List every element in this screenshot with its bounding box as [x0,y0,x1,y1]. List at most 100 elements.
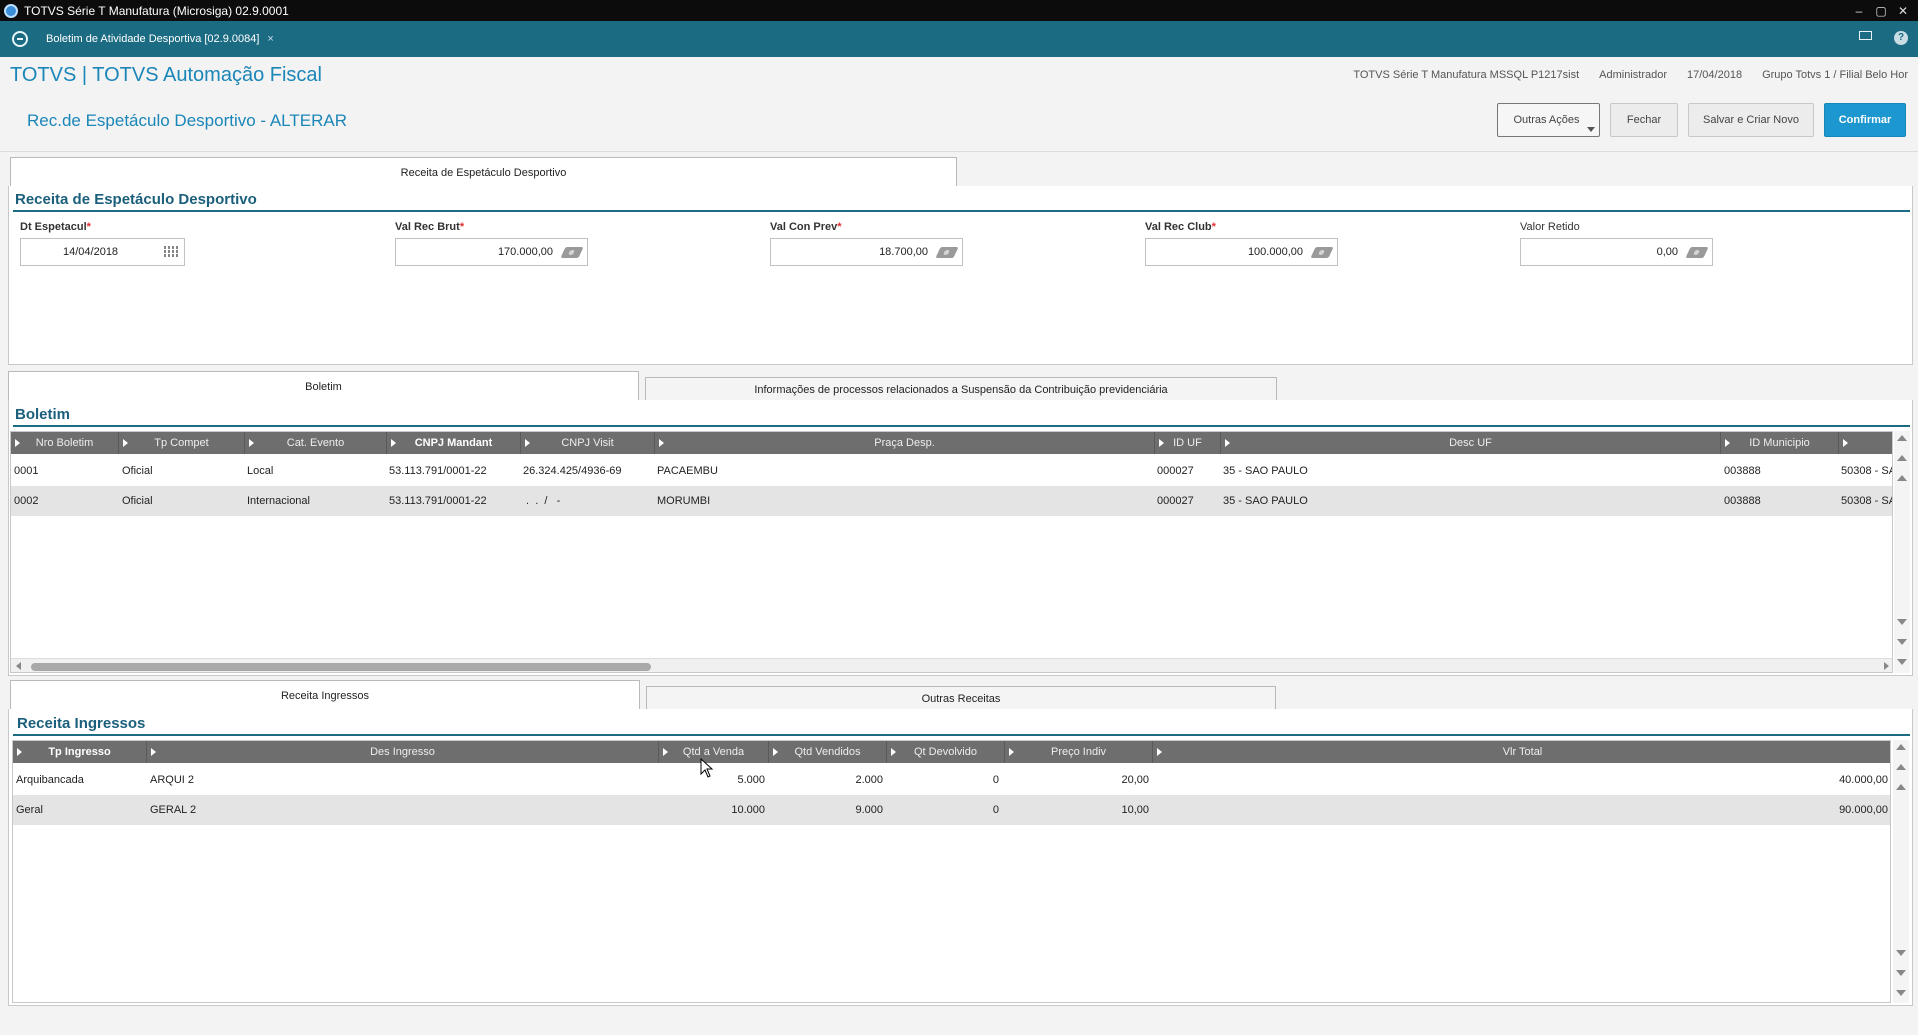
col-nro-boletim[interactable]: Nro Boletim [11,432,119,454]
scroll-top-icon[interactable] [1897,475,1907,481]
confirmar-button[interactable]: Confirmar [1824,103,1906,137]
scroll-thumb[interactable] [31,663,651,671]
col-arrow-icon [391,439,396,447]
action-bar: Outras Ações Fechar Salvar e Criar Novo … [1497,103,1906,137]
tab-receita-ingressos[interactable]: Receita Ingressos [10,680,640,710]
calendar-icon[interactable] [164,246,178,258]
scroll-right-icon[interactable] [1884,662,1889,670]
money-icon[interactable] [560,247,584,258]
col-cnpj-visit[interactable]: CNPJ Visit [521,432,655,454]
page-down-icon[interactable] [1896,970,1906,976]
col-arrow-icon [151,748,156,756]
col-overflow[interactable] [1839,432,1892,454]
col-arrow-icon [1843,439,1848,447]
col-cnpj-mandant[interactable]: CNPJ Mandant [387,432,521,454]
val-rec-brut-input[interactable]: 170.000,00 [395,238,588,266]
tab-boletim-atividade[interactable]: Boletim de Atividade Desportiva [02.9.00… [46,33,274,45]
tab-boletim[interactable]: Boletim [8,371,639,401]
col-tp-compet[interactable]: Tp Compet [119,432,245,454]
scroll-up-icon[interactable] [1896,744,1906,750]
col-qtd-vendidos[interactable]: Qtd Vendidos [769,741,887,763]
col-id-uf[interactable]: ID UF [1155,432,1221,454]
scroll-top-icon[interactable] [1896,784,1906,790]
col-qt-devolvido[interactable]: Qt Devolvido [887,741,1005,763]
tab-outras-receitas[interactable]: Outras Receitas [646,686,1276,710]
section-rule [13,734,1910,736]
cell-des-ingresso: ARQUI 2 [150,774,195,786]
cell-id-municipio: 003888 [1724,465,1761,477]
table-row[interactable]: Arquibancada ARQUI 2 5.000 2.000 0 20,00… [13,765,1890,795]
valor-retido-input[interactable]: 0,00 [1520,238,1713,266]
page-down-icon[interactable] [1897,639,1907,645]
mail-icon[interactable] [1859,31,1872,40]
scroll-bottom-icon[interactable] [1896,950,1906,956]
tab-strip: Boletim de Atividade Desportiva [02.9.00… [0,21,1918,57]
dt-espetacul-input[interactable]: 14/04/2018 [20,238,185,266]
boletim-grid: Nro Boletim Tp Compet Cat. Evento CNPJ M… [10,431,1893,673]
money-icon[interactable] [1685,247,1709,258]
cell-preco-indiv: 10,00 [1121,804,1149,816]
cell-tp-compet: Oficial [122,495,153,507]
col-preco-indiv[interactable]: Preço Indiv [1005,741,1153,763]
boletim-horizontal-scrollbar[interactable] [11,658,1892,672]
close-window-button[interactable]: ✕ [1892,3,1914,19]
val-rec-club-input[interactable]: 100.000,00 [1145,238,1338,266]
cell-tp-compet: Oficial [122,465,153,477]
tabstrip-tools: ? [1859,31,1908,45]
col-des-ingresso[interactable]: Des Ingresso [147,741,659,763]
scroll-down-icon[interactable] [1897,659,1907,665]
tab-receita-espetaculo[interactable]: Receita de Espetáculo Desportivo [10,157,957,187]
col-praca-desp[interactable]: Praça Desp. [655,432,1155,454]
cell-qt-devolvido: 0 [992,774,999,786]
ingressos-vertical-scrollbar[interactable] [1893,740,1909,1003]
page-up-icon[interactable] [1897,455,1907,461]
val-con-prev-value: 18.700,00 [879,246,928,258]
page-up-icon[interactable] [1896,764,1906,770]
fechar-button[interactable]: Fechar [1610,103,1678,137]
label-val-rec-brut: Val Rec Brut [395,221,460,233]
home-icon[interactable] [12,31,28,47]
required-mark: * [459,221,465,233]
section-title-ingressos: Receita Ingressos [17,715,146,732]
col-tp-ingresso[interactable]: Tp Ingresso [13,741,147,763]
scroll-down-icon[interactable] [1896,990,1906,996]
tab-suspensao-contribuicao[interactable]: Informações de processos relacionados a … [645,377,1277,401]
cell-id-municipio: 003888 [1724,495,1761,507]
tab-close-icon[interactable]: × [267,33,273,45]
table-row[interactable]: 0001 Oficial Local 53.113.791/0001-22 26… [11,456,1892,486]
minimize-button[interactable]: – [1848,3,1870,19]
col-cat-evento[interactable]: Cat. Evento [245,432,387,454]
valor-retido-value: 0,00 [1656,246,1678,258]
col-id-municipio[interactable]: ID Municipio [1721,432,1839,454]
boletim-vertical-scrollbar[interactable] [1894,431,1910,673]
field-dt-espetacul: Dt Espetacul* 14/04/2018 [20,221,185,266]
brand-title: TOTVS | TOTVS Automação Fiscal [10,64,322,86]
cell-vlr-total: 40.000,00 [1839,774,1888,786]
outras-acoes-label: Outras Ações [1513,114,1580,126]
col-vlr-total[interactable]: Vlr Total [1153,741,1890,763]
ingressos-grid: Tp Ingresso Des Ingresso Qtd a Venda Qtd… [12,740,1891,1003]
col-desc-uf[interactable]: Desc UF [1221,432,1721,454]
cell-qt-devolvido: 0 [992,804,999,816]
boletim-grid-header: Nro Boletim Tp Compet Cat. Evento CNPJ M… [11,432,1892,454]
col-arrow-icon [123,439,128,447]
outras-acoes-button[interactable]: Outras Ações [1497,103,1600,137]
maximize-button[interactable]: ▢ [1870,3,1892,19]
cell-cnpj-visit: 26.324.425/4936-69 [523,465,622,477]
cell-preco-indiv: 20,00 [1121,774,1149,786]
table-row[interactable]: 0002 Oficial Internacional 53.113.791/00… [11,486,1893,516]
help-icon[interactable]: ? [1894,31,1908,45]
cell-cat-evento: Local [247,465,274,477]
table-row[interactable]: Geral GERAL 2 10.000 9.000 0 10,00 90.00… [13,795,1890,825]
money-icon[interactable] [1310,247,1334,258]
scroll-left-icon[interactable] [16,662,21,670]
scroll-bottom-icon[interactable] [1897,619,1907,625]
val-con-prev-input[interactable]: 18.700,00 [770,238,963,266]
cell-municipio: 50308 - SA [1841,495,1893,507]
salvar-criar-novo-button[interactable]: Salvar e Criar Novo [1688,103,1814,137]
money-icon[interactable] [935,247,959,258]
col-qtd-venda[interactable]: Qtd a Venda [659,741,769,763]
col-arrow-icon [659,439,664,447]
scroll-up-icon[interactable] [1897,435,1907,441]
cell-praca-desp: PACAEMBU [657,465,718,477]
